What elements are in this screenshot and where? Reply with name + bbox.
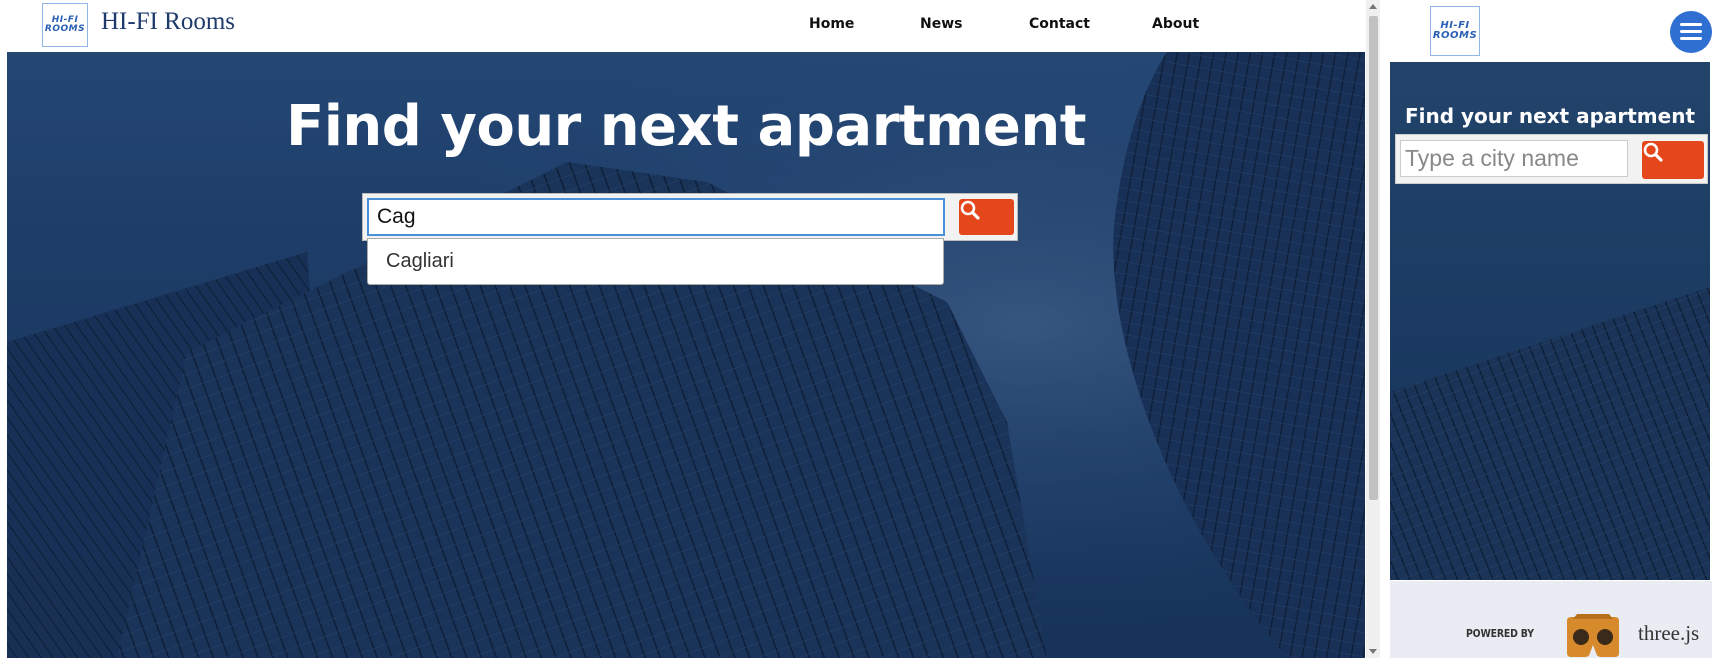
search-icon <box>960 200 980 220</box>
autocomplete-dropdown: Cagliari <box>367 238 944 285</box>
logo[interactable]: HI-FI ROOMS <box>42 3 88 47</box>
nav-news[interactable]: News <box>920 16 962 32</box>
powered-by-label: POWERED BY <box>1466 627 1534 640</box>
logo-line-2: ROOMS <box>44 24 86 34</box>
header: HI-FI ROOMS HI-FI Rooms Home News Contac… <box>0 0 1366 52</box>
mobile-hero-section: Find your next apartment <box>1390 62 1710 580</box>
mobile-view: HI-FI ROOMS Find your next apartment Typ… <box>1390 0 1712 658</box>
brand-name[interactable]: HI-FI Rooms <box>101 8 235 36</box>
mobile-hero-title: Find your next apartment <box>1404 104 1696 128</box>
scroll-down-icon[interactable] <box>1369 649 1377 654</box>
search-button[interactable] <box>959 199 1014 235</box>
mobile-search-input[interactable] <box>1400 140 1628 177</box>
threejs-label[interactable]: three.js <box>1638 621 1699 646</box>
mobile-logo[interactable]: HI-FI ROOMS <box>1430 6 1480 56</box>
mobile-search-bar <box>1395 134 1708 184</box>
scroll-up-icon[interactable] <box>1369 4 1377 9</box>
mobile-search-button[interactable] <box>1642 141 1704 179</box>
search-input[interactable] <box>367 198 945 236</box>
menu-button[interactable] <box>1670 11 1712 53</box>
scrollbar-thumb[interactable] <box>1369 16 1378 500</box>
footer: POWERED BY three.js <box>1390 581 1712 658</box>
autocomplete-option[interactable]: Cagliari <box>386 250 454 273</box>
nav-home[interactable]: Home <box>809 16 854 32</box>
hero-section: Find your next apartment Cagliari <box>7 52 1365 658</box>
nav-about[interactable]: About <box>1152 16 1199 32</box>
hero-title: Find your next apartment <box>285 94 1087 159</box>
scrollbar[interactable] <box>1366 0 1380 658</box>
desktop-view: HI-FI ROOMS HI-FI Rooms Home News Contac… <box>0 0 1366 658</box>
search-bar <box>362 193 1018 241</box>
nav-contact[interactable]: Contact <box>1029 16 1090 32</box>
cardboard-vr-icon <box>1567 614 1619 657</box>
mobile-logo-line-2: ROOMS <box>1432 30 1478 41</box>
search-icon <box>1643 142 1663 162</box>
